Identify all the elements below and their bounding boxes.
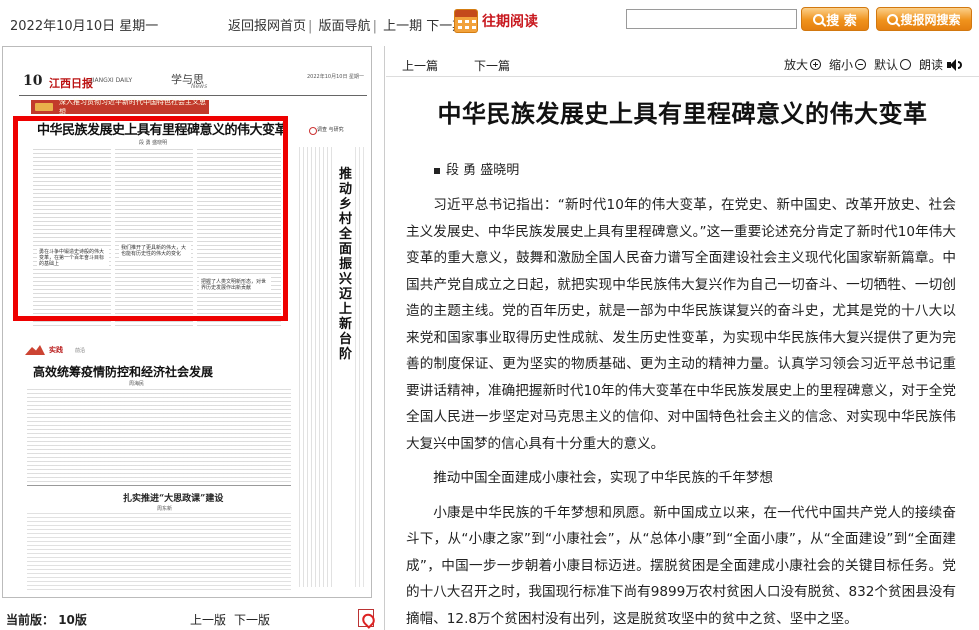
search-button-label: 搜 索 [826,13,857,29]
authors-text: 段 勇 盛晓明 [446,163,520,178]
site-search-button-label: 搜报网搜索 [900,12,961,27]
read-aloud-label: 朗读 [918,58,943,72]
thumb-article3-title: 扎实推进“大思政课”建设 [123,494,224,504]
current-page-value: 10版 [58,613,87,627]
default-size-button[interactable]: 默认 [874,56,911,73]
search-icon [813,13,825,25]
mountain-logo-icon [25,345,45,355]
article-panel: 上一篇 下一篇 放大 缩小 默认 朗读 中华民族发展史上具有里程碑意义的伟大变革… [386,46,979,630]
top-nav: 返回报网首页 | 版面导航 | 上一期 下一期 [228,15,465,34]
thumb-byline3: 周东新 [157,506,173,512]
archive-link[interactable]: 往期阅读 [454,8,538,34]
circle-icon [899,59,911,70]
page-footer: 当前版： 10版 上一版 下一版 [6,609,378,628]
practice-subtitle: 前沿 [75,348,86,354]
thumb-article2-title: 高效统筹疫情防控和经济社会发展 [33,365,214,379]
nav-separator: | [372,19,377,34]
masthead-rule [19,95,367,96]
panel-divider [384,46,385,630]
top-bar: 2022年10月10日 星期一 返回报网首页 | 版面导航 | 上一期 下一期 往期… [0,0,979,44]
zoom-out-label: 缩小 [828,58,853,72]
search-input[interactable] [626,9,797,29]
newspaper-page[interactable]: 10 江西日报 JIANGXI DAILY 学与思 News 2022年10月1… [2,46,372,598]
thumb-text-columns [27,513,291,591]
next-article-link[interactable]: 下一篇 [474,57,510,74]
search-button[interactable]: 搜 索 [801,7,869,31]
article-authors: 段 勇 盛晓明 [434,159,519,178]
thumb-side-text [355,147,367,587]
thumb-byline2: 周海民 [129,381,145,387]
minus-circle-icon [854,59,866,70]
thumb-text-columns [27,389,291,483]
magnifier-icon [309,127,317,135]
prev-article-link[interactable]: 上一篇 [402,57,438,74]
next-page-link[interactable]: 下一版 [234,611,270,628]
reading-tools: 放大 缩小 默认 朗读 [776,56,963,73]
toolbar-divider [386,76,979,77]
divider [27,485,291,486]
practice-column-head: 实践 前沿 [25,345,115,357]
nav-home-link[interactable]: 返回报网首页 [228,19,306,34]
default-label: 默认 [873,58,898,72]
nav-page-nav-link[interactable]: 版面导航 [319,19,371,34]
nav-separator: | [308,19,313,34]
zoom-in-button[interactable]: 放大 [784,56,821,73]
speaker-icon [947,58,963,72]
masthead-name: 江西日报 [49,77,93,90]
search-icon [887,13,899,25]
plus-circle-icon [809,59,821,70]
site-search-button[interactable]: 搜报网搜索 [876,7,972,31]
zoom-out-button[interactable]: 缩小 [829,56,866,73]
pdf-icon[interactable] [358,609,374,627]
read-aloud-button[interactable]: 朗读 [919,56,963,73]
article-paragraph: 习近平总书记指出：“新时代10年的伟大变革，在党史、新中国史、改革开放史、社会主… [406,197,956,452]
prev-page-link[interactable]: 上一版 [190,611,226,628]
article-title: 中华民族发展史上具有里程碑意义的伟大变革 [437,100,928,128]
current-date: 2022年10月10日 星期一 [10,19,159,34]
nav-prev-issue-link[interactable]: 上一期 [383,19,422,34]
masthead-en: JIANGXI DAILY [91,77,133,84]
bullet-square-icon [434,167,440,174]
zoom-in-label: 放大 [783,58,808,72]
selected-article-highlight[interactable] [13,116,288,321]
thumb-sidebar-title: 推动乡村全面振兴迈上新台阶 [339,167,353,362]
calendar-icon [454,9,478,33]
article-body: 习近平总书记指出：“新时代10年的伟大变革，在党史、新中国史、改革开放史、社会主… [406,192,956,630]
topic-banner: 深入推习贯彻习近平新时代中国特色社会主义思想 [31,98,209,116]
article-subheading: 推动中国全面建成小康社会，实现了中华民族的千年梦想 [433,470,774,486]
section-en: News [191,83,208,90]
masthead-date: 2022年10月10日 星期一 [307,74,365,80]
page-preview-panel: 10 江西日报 JIANGXI DAILY 学与思 News 2022年10月1… [0,46,382,630]
article-paragraph: 小康是中华民族的千年梦想和夙愿。新中国成立以来，在一代代中国共产党人的接续奋斗下… [406,504,956,627]
sidebar-column-label: 调查 与研究 [317,127,344,133]
archive-label: 往期阅读 [482,14,538,30]
current-page-label: 当前版： 10版 [6,613,87,627]
thumb-side-text [299,147,333,587]
practice-label: 实践 [49,346,63,354]
page-number: 10 [23,73,43,89]
